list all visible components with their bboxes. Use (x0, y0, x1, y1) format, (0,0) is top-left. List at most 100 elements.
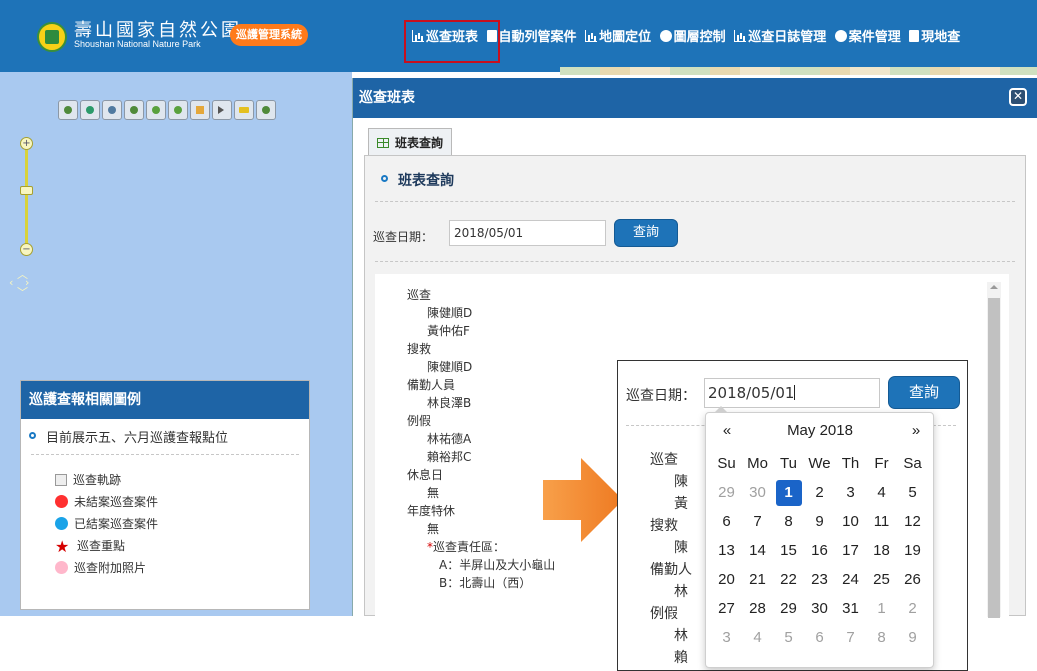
tab-schedule-query[interactable]: 班表查詢 (368, 128, 453, 156)
calendar-day[interactable]: 3 (711, 623, 742, 652)
weekday-header: We (808, 455, 831, 472)
print-tool-icon[interactable] (256, 100, 276, 120)
calendar-day[interactable]: 27 (711, 594, 742, 623)
calendar-day[interactable]: 29 (711, 478, 742, 507)
legend-item: 巡查附加照片 (55, 557, 158, 579)
calendar-day[interactable]: 26 (897, 565, 928, 594)
dialog-titlebar[interactable]: 巡查班表 ✕ (353, 78, 1037, 118)
zoom-slider-track[interactable] (25, 145, 28, 251)
calendar-day[interactable]: 29 (773, 594, 804, 623)
calendar-day[interactable]: 17 (835, 536, 866, 565)
panel-heading-text: 班表查詢 (398, 173, 454, 189)
nav-item-map-locate[interactable]: 地圖定位 (585, 26, 651, 45)
calendar-day[interactable]: 23 (804, 565, 835, 594)
calendar-day[interactable]: 14 (742, 536, 773, 565)
calendar-day[interactable]: 4 (742, 623, 773, 652)
group-label: 備勤人員 (407, 378, 456, 392)
nav-item-case-management[interactable]: 案件管理 (834, 26, 901, 45)
inset-list-item: 備勤人 (650, 562, 692, 578)
pan-control[interactable]: ︿ ‹ › ﹀ (9, 266, 31, 300)
date-input[interactable]: 2018/05/01 (449, 220, 606, 246)
scroll-up-icon[interactable] (990, 285, 998, 289)
park-logo-icon (37, 22, 67, 52)
inset-list-item: 林 (674, 628, 688, 644)
calendar-day[interactable]: 16 (804, 536, 835, 565)
zoom-out-button[interactable]: − (20, 243, 33, 256)
prev-month-button[interactable]: « (718, 422, 736, 439)
close-icon[interactable]: ✕ (1009, 88, 1027, 106)
next-month-button[interactable]: » (907, 422, 925, 439)
calendar-day[interactable]: 7 (742, 507, 773, 536)
calendar-day[interactable]: 18 (866, 536, 897, 565)
nav-item-field-check[interactable]: 現地查 (909, 26, 960, 45)
weekday-header: Fr (874, 455, 889, 472)
calendar-day[interactable]: 31 (835, 594, 866, 623)
zoom-in-button[interactable]: + (20, 137, 33, 150)
zoom-out-tool-icon[interactable] (102, 100, 122, 120)
calendar-day[interactable]: 5 (897, 478, 928, 507)
next-view-icon[interactable] (168, 100, 188, 120)
inset-date-input[interactable]: 2018/05/01 (704, 378, 880, 408)
inset-result-list: 巡查 陳 黃 搜救 陳 備勤人 林 例假 林 賴 (650, 449, 692, 669)
pan-left-icon[interactable]: ‹ (9, 276, 13, 289)
divider (31, 454, 299, 455)
pan-down-icon[interactable]: ﹀ (17, 284, 28, 300)
legend-item: 已結案巡查案件 (55, 513, 158, 535)
calendar-day[interactable]: 8 (866, 623, 897, 652)
measure-tool-icon[interactable] (234, 100, 254, 120)
calendar-day[interactable]: 5 (773, 623, 804, 652)
nav-item-label: 地圖定位 (599, 30, 652, 45)
calendar-day[interactable]: 25 (866, 565, 897, 594)
inset-date-value: 2018/05/01 (708, 384, 795, 402)
group-label: 巡查 (407, 288, 432, 302)
datepicker-popup: « May 2018 » Su Mo Tu We Th Fr Sa 29 30 1 2 3 4 5 6 7 8… (705, 406, 934, 668)
calendar-day[interactable]: 2 (804, 478, 835, 507)
calendar-day[interactable]: 28 (742, 594, 773, 623)
nav-item-auto-cases[interactable]: 自動列管案件 (486, 26, 577, 45)
inset-list-item: 例假 (650, 606, 678, 622)
member-name: 黃仲佑F (427, 324, 470, 338)
member-name: 林良澤B (427, 396, 472, 410)
calendar-day[interactable]: 22 (773, 565, 804, 594)
calendar-day[interactable]: 7 (835, 623, 866, 652)
query-button[interactable]: 查詢 (614, 219, 678, 247)
calendar-day[interactable]: 24 (835, 565, 866, 594)
scrollbar-thumb[interactable] (988, 298, 1000, 618)
calendar-day[interactable]: 19 (897, 536, 928, 565)
calendar-day[interactable]: 6 (711, 507, 742, 536)
weekday-header: Th (841, 455, 860, 472)
calendar-day[interactable]: 30 (804, 594, 835, 623)
nav-item-layer-control[interactable]: 圖層控制 (659, 26, 726, 45)
marker-tool-icon[interactable] (190, 100, 210, 120)
calendar-day[interactable]: 8 (773, 507, 804, 536)
calendar-day[interactable]: 15 (773, 536, 804, 565)
calendar-day[interactable]: 13 (711, 536, 742, 565)
calendar-day[interactable]: 9 (897, 623, 928, 652)
previous-view-icon[interactable] (146, 100, 166, 120)
legend-item-label: 巡查重點 (77, 539, 126, 553)
inset-query-button[interactable]: 查詢 (888, 376, 960, 409)
full-extent-tool-icon[interactable] (58, 100, 78, 120)
calendar-day[interactable]: 12 (897, 507, 928, 536)
zoom-slider-handle[interactable] (20, 186, 33, 195)
calendar-day[interactable]: 2 (897, 594, 928, 623)
calendar-day[interactable]: 30 (742, 478, 773, 507)
nav-item-patrol-log[interactable]: 巡查日誌管理 (734, 26, 826, 45)
calendar-day[interactable]: 1 (773, 478, 804, 507)
calendar-day[interactable]: 20 (711, 565, 742, 594)
month-title[interactable]: May 2018 (770, 422, 870, 439)
magnify-tool-icon[interactable] (124, 100, 144, 120)
scrollbar[interactable] (987, 282, 1001, 618)
calendar-day[interactable]: 4 (866, 478, 897, 507)
calendar-day[interactable]: 21 (742, 565, 773, 594)
pointer-tool-icon[interactable] (212, 100, 232, 120)
calendar-day[interactable]: 1 (866, 594, 897, 623)
zoom-in-tool-icon[interactable] (80, 100, 100, 120)
calendar-day[interactable]: 3 (835, 478, 866, 507)
calendar-day[interactable]: 9 (804, 507, 835, 536)
member-name: 無 (427, 486, 440, 500)
selected-day[interactable]: 1 (775, 479, 802, 506)
calendar-day[interactable]: 10 (835, 507, 866, 536)
calendar-day[interactable]: 6 (804, 623, 835, 652)
calendar-day[interactable]: 11 (866, 507, 897, 536)
